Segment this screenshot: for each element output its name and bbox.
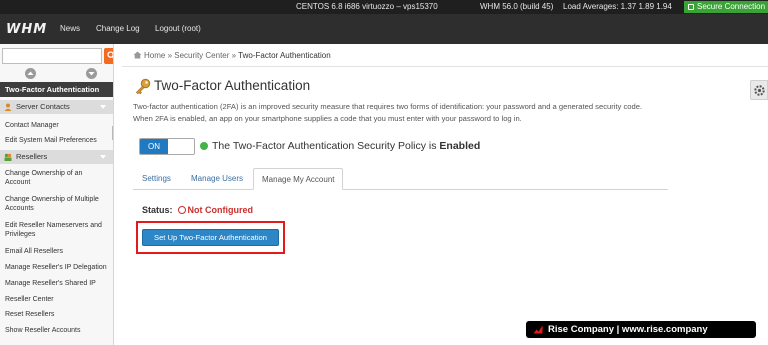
nav-news-link[interactable]: News	[60, 24, 80, 33]
breadcrumb-home[interactable]: Home	[144, 51, 165, 60]
policy-state: Enabled	[439, 140, 481, 152]
policy-status-text: The Two-Factor Authentication Security P…	[212, 140, 480, 152]
sidebar-category-server-contacts[interactable]: Server Contacts	[0, 100, 113, 114]
policy-text: The Two-Factor Authentication Security P…	[212, 140, 440, 152]
breadcrumb-current: Two-Factor Authentication	[238, 51, 331, 60]
sidebar-item-show-reseller-accounts[interactable]: Show Reseller Accounts	[5, 326, 109, 335]
status-label: Status:	[142, 205, 173, 215]
nav-changelog-link[interactable]: Change Log	[96, 24, 140, 33]
key-icon	[135, 78, 151, 95]
chevron-up-icon	[27, 71, 34, 75]
not-configured-icon	[177, 206, 186, 214]
sidebar-search	[0, 48, 113, 64]
setup-2fa-button[interactable]: Set Up Two-Factor Authentication	[142, 229, 279, 246]
sidebar-item-email-all-resellers[interactable]: Email All Resellers	[5, 247, 109, 256]
sidebar-item-two-factor-authentication[interactable]: Two-Factor Authentication	[0, 82, 113, 97]
sidebar: Two-Factor Authentication Server Contact…	[0, 44, 114, 345]
watermark-banner: Rise Company | www.rise.company	[526, 321, 756, 338]
nav-logout-link[interactable]: Logout (root)	[155, 24, 201, 33]
sidebar-item-reseller-ip-delegation[interactable]: Manage Reseller's IP Delegation	[5, 263, 109, 272]
rise-logo-icon	[533, 325, 543, 334]
2fa-policy-toggle[interactable]: ON	[139, 138, 195, 155]
main-navbar: WHM News Change Log Logout (root)	[0, 14, 768, 44]
toggle-on-label: ON	[140, 139, 168, 154]
tab-manage-my-account[interactable]: Manage My Account	[253, 168, 344, 190]
collapse-all-button[interactable]	[25, 68, 36, 79]
tab-settings[interactable]: Settings	[134, 168, 179, 190]
sidebar-item-reseller-shared-ip[interactable]: Manage Reseller's Shared IP	[5, 279, 109, 288]
breadcrumb: Home » Security Center » Two-Factor Auth…	[133, 51, 331, 60]
sidebar-scrollbar[interactable]	[112, 126, 113, 140]
gear-icon	[754, 85, 765, 96]
sidebar-item-edit-system-mail-preferences[interactable]: Edit System Mail Preferences	[5, 136, 109, 145]
top-status-bar: CENTOS 6.8 i686 virtuozzo – vps15370 WHM…	[0, 0, 768, 14]
breadcrumb-security-center[interactable]: Security Center	[174, 51, 229, 60]
sidebar-search-input[interactable]	[2, 48, 102, 64]
breadcrumb-separator: »	[231, 51, 237, 60]
chevron-down-icon	[100, 105, 106, 109]
sidebar-item-change-ownership[interactable]: Change Ownership of an Account	[5, 169, 109, 187]
expand-all-button[interactable]	[86, 68, 97, 79]
chevron-down-icon	[100, 155, 106, 159]
sidebar-item-reset-resellers[interactable]: Reset Resellers	[5, 310, 109, 319]
sidebar-item-change-ownership-multiple[interactable]: Change Ownership of Multiple Accounts	[5, 195, 109, 213]
contacts-icon	[4, 103, 12, 111]
secure-connection-label: Secure Connection	[697, 2, 766, 11]
side-widget[interactable]	[750, 80, 768, 100]
sidebar-item-reseller-center[interactable]: Reseller Center	[5, 295, 109, 304]
breadcrumb-separator: »	[167, 51, 173, 60]
sidebar-item-edit-reseller-nameservers[interactable]: Edit Reseller Nameservers and Privileges	[5, 221, 109, 239]
server-info: CENTOS 6.8 i686 virtuozzo – vps15370	[296, 2, 438, 11]
sidebar-category-label: Server Contacts	[16, 102, 70, 111]
account-status: Status: Not Configured	[142, 205, 253, 215]
resellers-icon	[4, 153, 12, 161]
whm-logo[interactable]: WHM	[6, 22, 47, 37]
enabled-status-dot	[200, 142, 208, 150]
load-averages: Load Averages: 1.37 1.89 1.94	[563, 2, 672, 11]
status-value: Not Configured	[187, 205, 254, 215]
whm-version: WHM 56.0 (build 45)	[480, 2, 554, 11]
banner-text: Rise Company | www.rise.company	[548, 324, 708, 335]
breadcrumb-divider	[122, 66, 768, 67]
whm-window: CENTOS 6.8 i686 virtuozzo – vps15370 WHM…	[0, 0, 768, 345]
page-title: Two-Factor Authentication	[154, 78, 311, 93]
home-icon	[133, 51, 142, 59]
search-icon	[107, 51, 113, 59]
page-description: Two-factor authentication (2FA) is an im…	[133, 102, 643, 123]
lock-icon	[688, 4, 694, 10]
tab-manage-users[interactable]: Manage Users	[183, 168, 251, 190]
sidebar-category-label: Resellers	[16, 152, 48, 161]
sidebar-category-resellers[interactable]: Resellers	[0, 150, 113, 164]
sidebar-search-button[interactable]	[104, 48, 113, 64]
chevron-down-icon	[88, 72, 95, 76]
secure-connection-badge: Secure Connection	[684, 1, 768, 13]
sidebar-collapse-controls	[0, 66, 113, 80]
sidebar-item-contact-manager[interactable]: Contact Manager	[5, 121, 109, 130]
